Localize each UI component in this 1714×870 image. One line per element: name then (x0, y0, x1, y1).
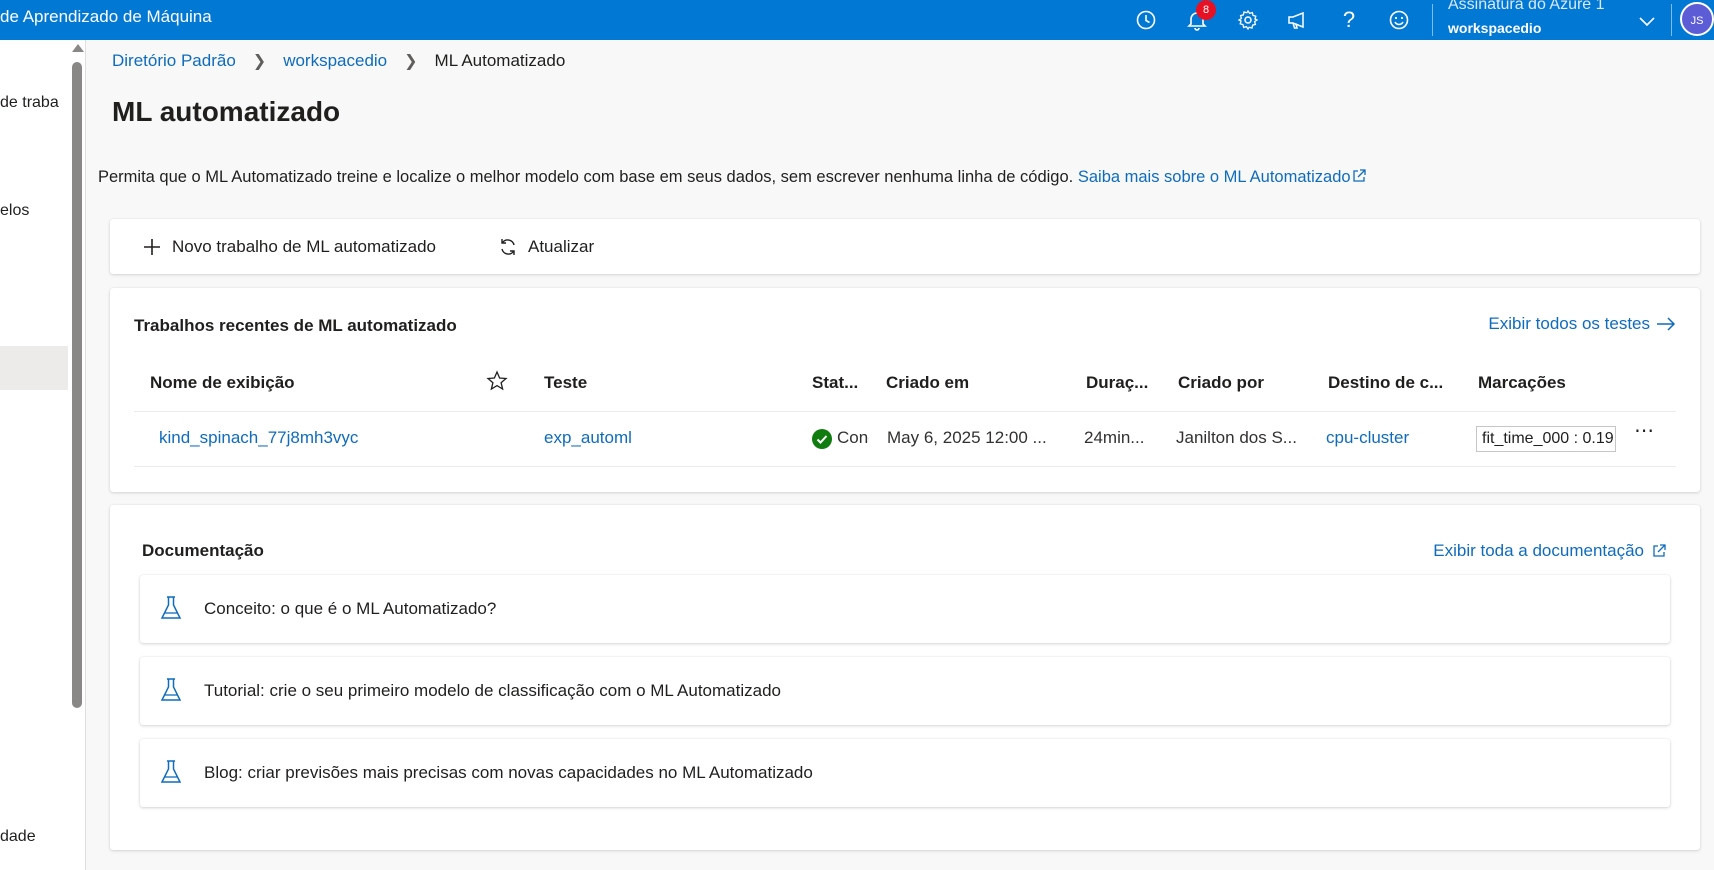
nav-item-models[interactable]: elos (0, 202, 29, 220)
view-all-docs-label: Exibir toda a documentação (1433, 541, 1644, 560)
notification-badge: 8 (1196, 0, 1216, 20)
view-all-docs-link[interactable]: Exibir toda a documentação (1433, 541, 1666, 561)
help-icon[interactable]: ? (1334, 5, 1364, 35)
learn-more-label: Saiba mais sobre o ML Automatizado (1077, 168, 1351, 186)
documentation-card: Documentação Exibir toda a documentação … (110, 505, 1700, 850)
column-header-experiment[interactable]: Teste (544, 373, 587, 393)
column-header-status[interactable]: Stat... (812, 373, 858, 393)
nav-item-bottom[interactable]: dade (0, 828, 36, 846)
refresh-label: Atualizar (528, 237, 595, 256)
tag-pill[interactable]: fit_time_000 : 0.19 (1476, 426, 1616, 452)
documentation-title: Documentação (142, 541, 264, 560)
new-job-label: Novo trabalho de ML automatizado (172, 237, 436, 256)
new-automl-job-button[interactable]: Novo trabalho de ML automatizado (140, 233, 436, 261)
duration: 24min... (1084, 428, 1145, 447)
app-title: de Aprendizado de Máquina (0, 7, 212, 26)
status-text: Conc (837, 428, 869, 447)
recent-jobs-card: Trabalhos recentes de ML automatizado Ex… (110, 288, 1700, 492)
experiment-link[interactable]: exp_automl (544, 428, 632, 448)
chevron-right-icon: ❯ (404, 53, 418, 70)
nav-item-workspace[interactable]: de traba (0, 94, 59, 112)
created-by: Janilton dos S... (1176, 428, 1297, 447)
chevron-right-icon: ❯ (252, 53, 267, 70)
flask-icon (160, 596, 182, 619)
breadcrumb-workspace[interactable]: workspacedio (283, 51, 387, 71)
column-header-duration[interactable]: Duraç... (1086, 373, 1148, 393)
command-bar: Novo trabalho de ML automatizado Atualiz… (110, 219, 1700, 274)
page-description: Permita que o ML Automatizado treine e l… (98, 168, 1366, 187)
flask-icon (160, 678, 182, 701)
arrow-right-icon (1657, 317, 1676, 331)
plus-icon (140, 237, 164, 257)
avatar[interactable]: JS (1680, 2, 1714, 36)
favorite-star-icon[interactable] (486, 370, 508, 397)
page-title: ML automatizado (112, 96, 341, 127)
created-date: May 6, 2025 12:00 ... (887, 428, 1047, 447)
table-divider (134, 466, 1676, 467)
workspace-name[interactable]: workspacedio (1448, 20, 1541, 36)
external-link-icon (1653, 544, 1666, 557)
doc-item-label: Blog: criar previsões mais precisas com … (204, 763, 813, 782)
column-header-created[interactable]: Criado em (886, 373, 969, 393)
settings-gear-icon[interactable] (1233, 5, 1263, 35)
compute-target-link[interactable]: cpu-cluster (1326, 428, 1409, 448)
header-divider (1432, 4, 1433, 36)
feedback-smiley-icon[interactable] (1384, 5, 1414, 35)
flask-icon (160, 760, 182, 783)
table-divider (134, 411, 1676, 412)
column-header-name[interactable]: Nome de exibição (150, 373, 295, 393)
column-header-compute[interactable]: Destino de c... (1328, 373, 1443, 393)
doc-item-label: Conceito: o que é o ML Automatizado? (204, 599, 497, 618)
nav-scrollbar[interactable] (72, 62, 82, 708)
status-success-icon (812, 429, 832, 449)
job-name-link[interactable]: kind_spinach_77j8mh3vyc (159, 428, 358, 448)
announcements-icon[interactable] (1283, 5, 1313, 35)
doc-item-label: Tutorial: crie o seu primeiro modelo de … (204, 681, 781, 700)
breadcrumb-current: ML Automatizado (434, 51, 566, 70)
column-header-tags[interactable]: Marcações (1478, 373, 1566, 393)
view-all-tests-link[interactable]: Exibir todos os testes (1488, 314, 1676, 334)
scroll-up-arrow-icon[interactable] (72, 44, 84, 52)
view-all-label: Exibir todos os testes (1488, 314, 1650, 333)
breadcrumb-directory[interactable]: Diretório Padrão (112, 51, 236, 71)
refresh-button[interactable]: Atualizar (496, 233, 594, 261)
more-options-icon[interactable]: ⋯ (1634, 418, 1655, 443)
doc-item-tutorial[interactable]: Tutorial: crie o seu primeiro modelo de … (140, 657, 1670, 725)
doc-item-blog[interactable]: Blog: criar previsões mais precisas com … (140, 739, 1670, 807)
top-bar: de Aprendizado de Máquina 8 ? Assinatura… (0, 0, 1714, 40)
chevron-down-icon[interactable] (1632, 6, 1662, 36)
header-divider (1671, 4, 1672, 36)
column-header-created-by[interactable]: Criado por (1178, 373, 1264, 393)
nav-item-selected[interactable] (0, 346, 68, 390)
subscription-name[interactable]: Assinatura do Azure 1 (1448, 0, 1605, 14)
learn-more-link[interactable]: Saiba mais sobre o ML Automatizado (1078, 168, 1366, 186)
doc-item-concept[interactable]: Conceito: o que é o ML Automatizado? (140, 575, 1670, 643)
description-text: Permita que o ML Automatizado treine e l… (98, 168, 1074, 186)
external-link-icon (1352, 169, 1366, 182)
recent-jobs-title: Trabalhos recentes de ML automatizado (134, 316, 457, 335)
breadcrumb: Diretório Padrão ❯ workspacedio ❯ ML Aut… (112, 51, 565, 71)
history-icon[interactable] (1131, 5, 1161, 35)
refresh-icon (496, 237, 520, 257)
